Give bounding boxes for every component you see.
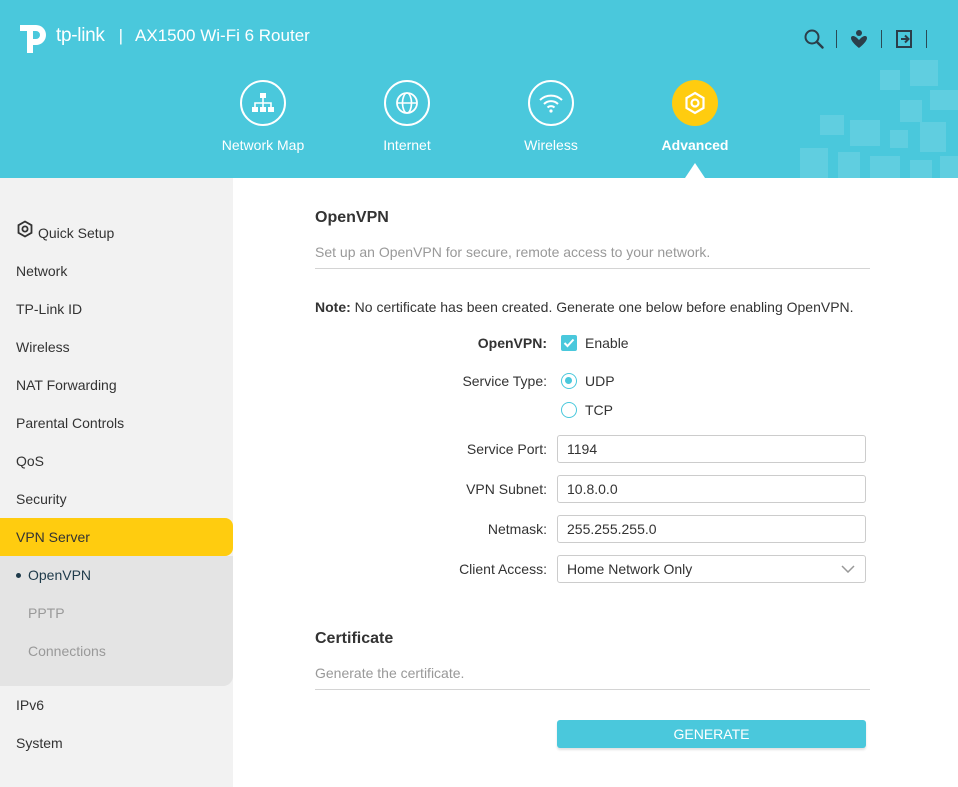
sidebar-item-tp-link-id[interactable]: TP-Link ID [0, 290, 233, 328]
sidebar-subitem-openvpn[interactable]: OpenVPN [0, 556, 233, 594]
header-divider [926, 30, 927, 48]
netmask-label: Netmask: [487, 521, 547, 537]
sidebar-item-label: NAT Forwarding [16, 377, 117, 393]
router-model: AX1500 Wi-Fi 6 Router [135, 26, 310, 45]
note-text: No certificate has been created. Generat… [350, 299, 854, 315]
brand-separator: | [118, 26, 124, 45]
service-port-input[interactable]: 1194 [557, 435, 866, 463]
nav-label: Internet [383, 137, 431, 153]
service-type-label: Service Type: [462, 373, 547, 389]
sidebar-subitem-pptp[interactable]: PPTP [0, 594, 233, 632]
header-divider [881, 30, 882, 48]
support-icon[interactable] [848, 28, 870, 50]
sidebar-subitem-label: OpenVPN [28, 567, 92, 583]
sidebar-item-label: VPN Server [16, 529, 90, 545]
sidebar-item-wireless[interactable]: Wireless [0, 328, 233, 366]
tp-link-logo-icon [20, 25, 46, 53]
sidebar-subitem-label: PPTP [28, 605, 65, 621]
nav-network-map[interactable]: Network Map [198, 80, 328, 153]
advanced-gear-icon [672, 80, 718, 126]
vpn-subnet-label: VPN Subnet: [466, 481, 547, 497]
sidebar-item-label: IPv6 [16, 697, 45, 713]
tcp-label: TCP [585, 402, 613, 418]
sidebar-subitem-connections[interactable]: Connections [0, 632, 233, 670]
checkmark-icon [563, 338, 575, 348]
certificate-note: Note: No certificate has been created. G… [315, 299, 854, 315]
wifi-icon [528, 80, 574, 126]
vpn-submenu: OpenVPN PPTP Connections [0, 556, 233, 686]
certificate-title: Certificate [315, 630, 394, 647]
sidebar-item-quick-setup[interactable]: Quick Setup [0, 214, 233, 252]
main-content: OpenVPN Set up an OpenVPN for secure, re… [233, 178, 958, 787]
nav-label: Advanced [661, 137, 729, 153]
sidebar-item-label: TP-Link ID [16, 301, 83, 317]
sidebar-item-vpn-server[interactable]: VPN Server [0, 518, 233, 556]
netmask-input[interactable]: 255.255.255.0 [557, 515, 866, 543]
header-actions [803, 28, 938, 50]
nav-wireless[interactable]: Wireless [486, 80, 616, 153]
nav-label: Wireless [524, 137, 578, 153]
globe-icon [384, 80, 430, 126]
udp-label: UDP [585, 373, 615, 389]
brand-logo: tp-link | AX1500 Wi-Fi 6 Router [16, 17, 310, 55]
section-divider [315, 689, 870, 690]
sidebar-item-label: Quick Setup [38, 225, 115, 241]
sidebar-item-nat-forwarding[interactable]: NAT Forwarding [0, 366, 233, 404]
sidebar-item-label: Network [16, 263, 68, 279]
service-type-udp-radio[interactable] [561, 373, 577, 389]
enable-option-label: Enable [585, 335, 629, 351]
client-access-value: Home Network Only [567, 561, 693, 577]
chevron-down-icon [841, 565, 855, 573]
sidebar: Quick Setup Network TP-Link ID Wireless … [0, 178, 233, 787]
openvpn-title: OpenVPN [315, 209, 389, 226]
sidebar-item-label: Wireless [16, 339, 70, 355]
nav-label: Network Map [221, 137, 305, 153]
main-nav: Network Map Internet Wireless Advanced [0, 80, 958, 178]
active-nav-caret [685, 163, 705, 178]
sidebar-item-ipv6[interactable]: IPv6 [0, 686, 233, 724]
section-divider [315, 268, 870, 269]
sidebar-item-network[interactable]: Network [0, 252, 233, 290]
nav-advanced[interactable]: Advanced [630, 80, 760, 153]
sidebar-item-system[interactable]: System [0, 724, 233, 762]
logout-icon[interactable] [893, 28, 915, 50]
header-divider [836, 30, 837, 48]
vpn-subnet-input[interactable]: 10.8.0.0 [557, 475, 866, 503]
generate-button[interactable]: GENERATE [557, 720, 866, 748]
certificate-description: Generate the certificate. [315, 665, 465, 681]
service-type-tcp-radio[interactable] [561, 402, 577, 418]
sidebar-subitem-label: Connections [28, 643, 106, 659]
sidebar-item-security[interactable]: Security [0, 480, 233, 518]
sidebar-item-label: Security [16, 491, 67, 507]
sidebar-item-parental-controls[interactable]: Parental Controls [0, 404, 233, 442]
sidebar-item-label: Parental Controls [16, 415, 125, 431]
sidebar-item-label: QoS [16, 453, 45, 469]
client-access-label: Client Access: [459, 561, 547, 577]
openvpn-enable-label: OpenVPN: [477, 335, 547, 351]
network-map-icon [240, 80, 286, 126]
header: tp-link | AX1500 Wi-Fi 6 Router Network … [0, 0, 958, 178]
gear-icon [16, 214, 34, 252]
active-dot [16, 573, 21, 578]
sidebar-item-qos[interactable]: QoS [0, 442, 233, 480]
service-port-label: Service Port: [466, 441, 547, 457]
search-icon[interactable] [803, 28, 825, 50]
sidebar-item-label: System [16, 735, 63, 751]
client-access-select[interactable]: Home Network Only [557, 555, 866, 583]
note-label: Note: [315, 299, 351, 315]
openvpn-description: Set up an OpenVPN for secure, remote acc… [315, 244, 711, 260]
brand-name: tp-link [56, 25, 105, 46]
openvpn-enable-checkbox[interactable] [561, 335, 577, 351]
nav-internet[interactable]: Internet [342, 80, 472, 153]
